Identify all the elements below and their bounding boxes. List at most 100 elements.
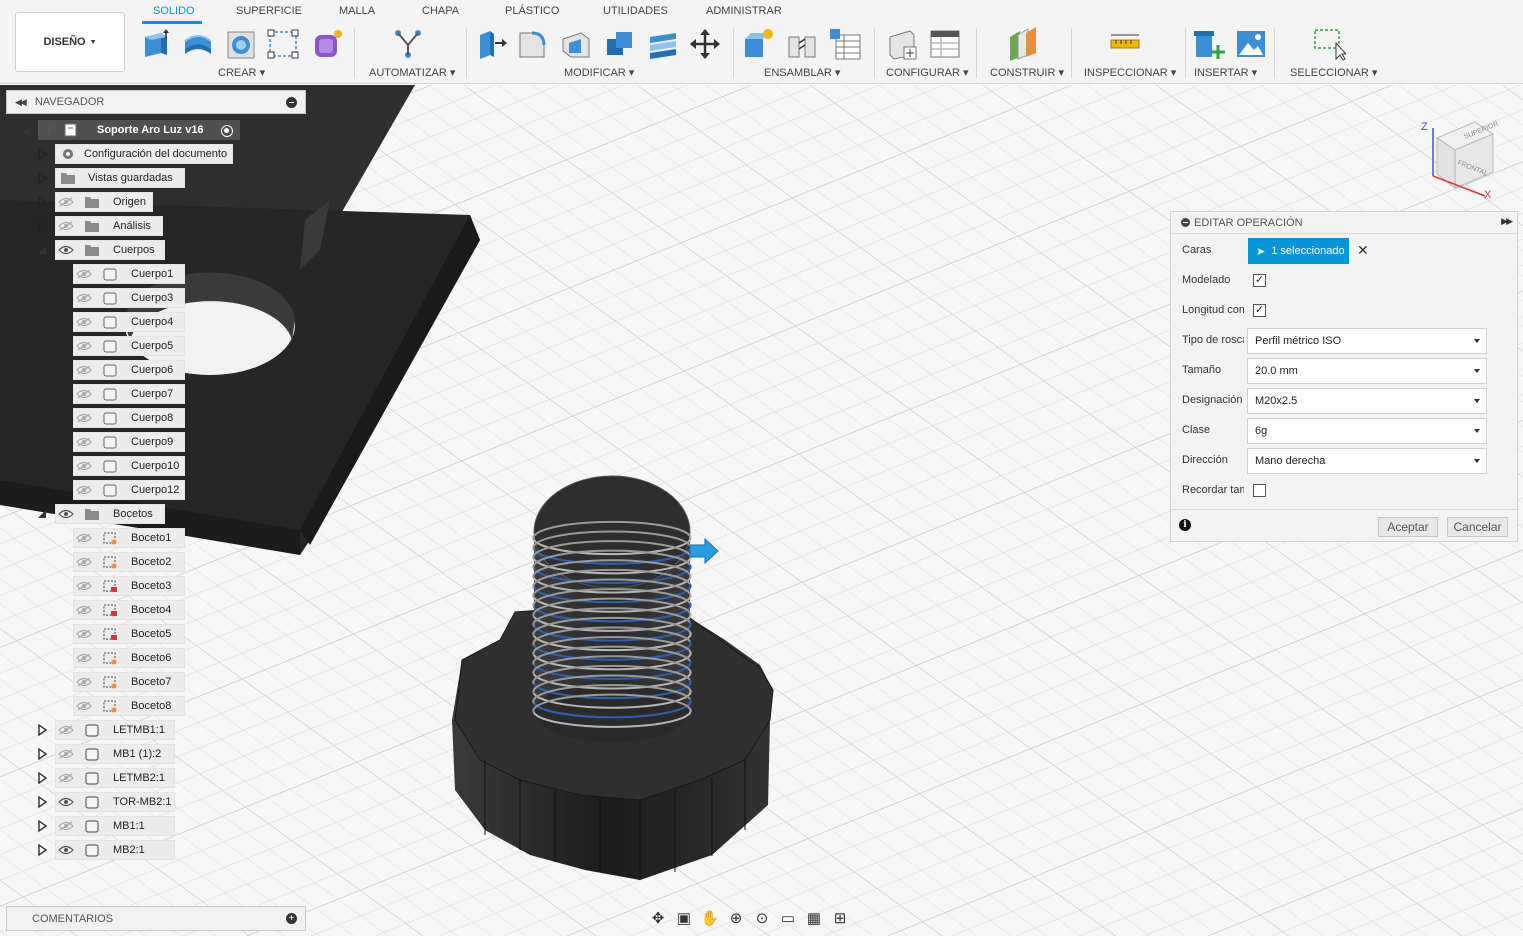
- visibility-eye-icon[interactable]: [58, 821, 74, 831]
- zoom-icon[interactable]: ⊕: [723, 907, 749, 929]
- tree-node-box[interactable]: Cuerpo4: [73, 312, 185, 332]
- visibility-eye-icon[interactable]: [76, 485, 92, 495]
- tab-chapa[interactable]: CHAPA: [422, 5, 459, 17]
- tree-node-box[interactable]: Boceto8: [73, 696, 185, 716]
- size-select[interactable]: 20.0 mm: [1247, 358, 1487, 384]
- pan-icon[interactable]: ✋: [697, 907, 723, 929]
- configuration-table-icon[interactable]: [928, 27, 962, 61]
- tree-node-box[interactable]: Cuerpo7: [73, 384, 185, 404]
- workspace-switcher[interactable]: DISEÑO ▼: [15, 12, 125, 72]
- tree-node-box[interactable]: LETMB2:1: [55, 768, 175, 788]
- group-label-configurar[interactable]: CONFIGURAR ▾: [886, 66, 969, 79]
- class-select[interactable]: 6g: [1247, 418, 1487, 444]
- visibility-eye-icon[interactable]: [76, 389, 92, 399]
- navigator-header[interactable]: ◀◀ NAVEGADOR: [6, 90, 306, 114]
- tree-node-box[interactable]: Boceto3: [73, 576, 185, 596]
- visibility-eye-icon[interactable]: [58, 797, 74, 807]
- remember-size-checkbox[interactable]: [1253, 484, 1266, 497]
- visibility-eye-icon[interactable]: [58, 245, 74, 255]
- tree-node-box[interactable]: MB1:1: [55, 816, 175, 836]
- tree-node-box[interactable]: Soporte Aro Luz v16: [38, 120, 240, 140]
- add-comment-icon[interactable]: +: [286, 913, 297, 924]
- activate-component-icon[interactable]: [221, 125, 233, 137]
- visibility-eye-icon[interactable]: [58, 197, 74, 207]
- tab-plastico[interactable]: PLÁSTICO: [505, 5, 559, 17]
- faces-selection-button[interactable]: ➤ 1 seleccionado: [1248, 238, 1349, 264]
- viewcube[interactable]: SUPERIOR FRONTAL Z X: [1413, 112, 1513, 204]
- expand-panel-icon[interactable]: ▶▶: [1501, 216, 1513, 227]
- clear-selection-icon[interactable]: ✕: [1357, 242, 1369, 259]
- visibility-eye-icon[interactable]: [58, 509, 74, 519]
- tree-node-box[interactable]: LETMB1:1: [55, 720, 175, 740]
- expanded-arrow-icon[interactable]: [20, 124, 32, 136]
- shell-icon[interactable]: [559, 27, 593, 61]
- tab-superficie[interactable]: SUPERFICIE: [236, 5, 302, 17]
- visibility-eye-icon[interactable]: [76, 461, 92, 471]
- designation-select[interactable]: M20x2.5: [1247, 388, 1487, 414]
- expanded-arrow-icon[interactable]: [36, 508, 48, 520]
- visibility-eye-icon[interactable]: [76, 293, 92, 303]
- expand-arrow-icon[interactable]: [36, 195, 48, 209]
- visibility-eye-icon[interactable]: [41, 125, 57, 135]
- tab-solido[interactable]: SOLIDO: [153, 5, 195, 17]
- window-select-icon[interactable]: [1312, 27, 1346, 61]
- new-component-icon[interactable]: [139, 27, 173, 61]
- ok-button[interactable]: Aceptar: [1378, 517, 1438, 537]
- expand-arrow-icon[interactable]: [36, 771, 48, 785]
- expand-arrow-icon[interactable]: [36, 219, 48, 233]
- tree-node-box[interactable]: TOR-MB2:1: [55, 792, 175, 812]
- edit-panel-header[interactable]: EDITAR OPERACIÓN ▶▶: [1171, 212, 1517, 234]
- group-label-construir[interactable]: CONSTRUIR ▾: [990, 66, 1064, 79]
- orbit-icon[interactable]: ✥: [645, 907, 671, 929]
- group-label-insertar[interactable]: INSERTAR ▾: [1194, 66, 1257, 79]
- tree-node-box[interactable]: Bocetos: [55, 504, 165, 524]
- press-pull-icon[interactable]: [474, 27, 508, 61]
- form-icon[interactable]: [310, 27, 344, 61]
- tab-malla[interactable]: MALLA: [339, 5, 375, 17]
- tree-node-box[interactable]: MB2:1: [55, 840, 175, 860]
- visibility-eye-icon[interactable]: [76, 557, 92, 567]
- extrude-icon[interactable]: [181, 27, 215, 61]
- tree-node-box[interactable]: Cuerpo9: [73, 432, 185, 452]
- insert-derive-icon[interactable]: [1192, 27, 1226, 61]
- visibility-eye-icon[interactable]: [76, 413, 92, 423]
- measure-icon[interactable]: [1108, 27, 1142, 61]
- visibility-eye-icon[interactable]: [76, 317, 92, 327]
- expand-arrow-icon[interactable]: [36, 843, 48, 857]
- tree-node-box[interactable]: Vistas guardadas: [55, 168, 185, 188]
- group-label-modificar[interactable]: MODIFICAR ▾: [564, 66, 634, 79]
- combine-icon[interactable]: [603, 27, 637, 61]
- tree-node-box[interactable]: Cuerpo5: [73, 336, 185, 356]
- cancel-button[interactable]: Cancelar: [1447, 517, 1508, 537]
- threaded-rod[interactable]: [532, 475, 692, 742]
- visibility-eye-icon[interactable]: [58, 221, 74, 231]
- tree-node-box[interactable]: Análisis: [55, 216, 163, 236]
- expand-arrow-icon[interactable]: [36, 171, 48, 185]
- split-body-icon[interactable]: [646, 27, 680, 61]
- group-label-inspeccionar[interactable]: INSPECCIONAR ▾: [1084, 66, 1176, 79]
- tree-node-box[interactable]: Boceto1: [73, 528, 185, 548]
- tree-node-box[interactable]: Boceto5: [73, 624, 185, 644]
- tree-node-box[interactable]: Cuerpo6: [73, 360, 185, 380]
- new-component-icon[interactable]: [741, 27, 775, 61]
- visibility-eye-icon[interactable]: [76, 533, 92, 543]
- expand-arrow-icon[interactable]: [36, 795, 48, 809]
- collapse-icon[interactable]: [1181, 218, 1190, 227]
- visibility-eye-icon[interactable]: [58, 845, 74, 855]
- visibility-eye-icon[interactable]: [58, 773, 74, 783]
- group-label-ensamblar[interactable]: ENSAMBLAR ▾: [764, 66, 840, 79]
- tree-node-box[interactable]: Cuerpo8: [73, 408, 185, 428]
- insert-canvas-icon[interactable]: [1234, 27, 1268, 61]
- visibility-eye-icon[interactable]: [76, 581, 92, 591]
- tree-node-box[interactable]: MB1 (1):2: [55, 744, 175, 764]
- automate-icon[interactable]: [392, 27, 426, 61]
- group-label-automatizar[interactable]: AUTOMATIZAR ▾: [369, 66, 455, 79]
- viewports-icon[interactable]: ⊞: [827, 907, 853, 929]
- display-settings-icon[interactable]: ▭: [775, 907, 801, 929]
- visibility-eye-icon[interactable]: [58, 725, 74, 735]
- expand-arrow-icon[interactable]: [36, 147, 48, 161]
- visibility-eye-icon[interactable]: [76, 629, 92, 639]
- info-icon[interactable]: i: [1179, 519, 1191, 531]
- sweep-icon[interactable]: [266, 27, 300, 61]
- tree-node-box[interactable]: Origen: [55, 192, 153, 212]
